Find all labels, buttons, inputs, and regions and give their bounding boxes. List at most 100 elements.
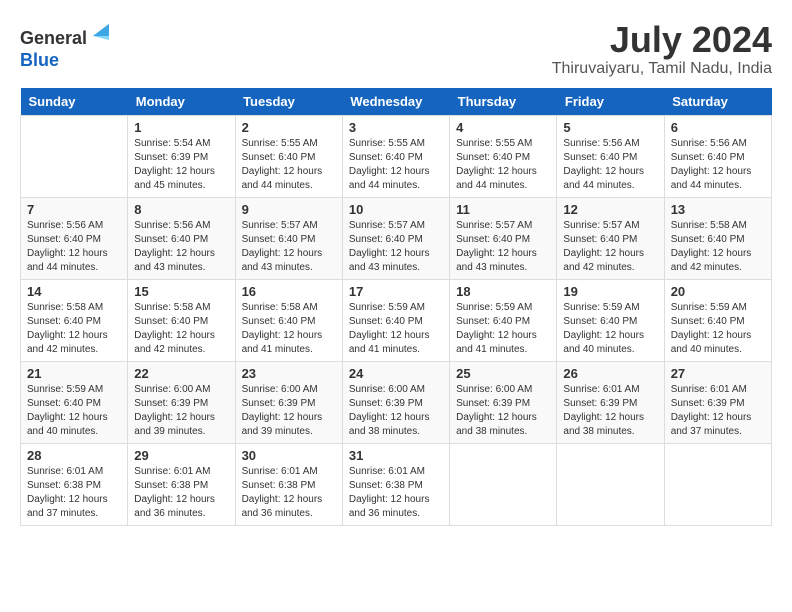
header: General Blue July 2024 Thiruvaiyaru, Tam…: [20, 20, 772, 78]
col-header-wednesday: Wednesday: [342, 88, 449, 116]
calendar-subtitle: Thiruvaiyaru, Tamil Nadu, India: [552, 60, 772, 78]
day-info: Sunrise: 5:59 AM Sunset: 6:40 PM Dayligh…: [27, 383, 121, 439]
day-number: 11: [456, 202, 550, 217]
calendar-cell: 14 Sunrise: 5:58 AM Sunset: 6:40 PM Dayli…: [21, 279, 128, 361]
calendar-cell: [450, 443, 557, 525]
day-number: 29: [134, 448, 228, 463]
calendar-cell: 4Sunrise: 5:55 AM Sunset: 6:40 PM Daylig…: [450, 115, 557, 197]
day-number: 22: [134, 366, 228, 381]
calendar-cell: 29 Sunrise: 6:01 AM Sunset: 6:38 PM Dayli…: [128, 443, 235, 525]
calendar-cell: 20 Sunrise: 5:59 AM Sunset: 6:40 PM Dayli…: [664, 279, 771, 361]
calendar-cell: [21, 115, 128, 197]
day-number: 26: [563, 366, 657, 381]
day-info: Sunrise: 5:57 AM Sunset: 6:40 PM Dayligh…: [563, 219, 657, 275]
calendar-cell: 3 Sunrise: 5:55 AM Sunset: 6:40 PM Daylig…: [342, 115, 449, 197]
day-number: 2: [242, 120, 336, 135]
calendar-cell: 27Sunrise: 6:01 AM Sunset: 6:39 PM Dayli…: [664, 361, 771, 443]
day-info: Sunrise: 5:58 AM Sunset: 6:40 PM Dayligh…: [27, 301, 121, 357]
calendar-cell: 12 Sunrise: 5:57 AM Sunset: 6:40 PM Dayli…: [557, 197, 664, 279]
day-info: Sunrise: 5:57 AM Sunset: 6:40 PM Dayligh…: [456, 219, 550, 275]
day-number: 1: [134, 120, 228, 135]
day-number: 20: [671, 284, 765, 299]
day-number: 5: [563, 120, 657, 135]
day-number: 3: [349, 120, 443, 135]
day-info: Sunrise: 5:55 AM Sunset: 6:40 PM Dayligh…: [349, 137, 443, 193]
calendar-cell: 2 Sunrise: 5:55 AM Sunset: 6:40 PM Daylig…: [235, 115, 342, 197]
calendar-cell: 11 Sunrise: 5:57 AM Sunset: 6:40 PM Dayli…: [450, 197, 557, 279]
col-header-monday: Monday: [128, 88, 235, 116]
day-info: Sunrise: 6:01 AM Sunset: 6:38 PM Dayligh…: [27, 465, 121, 521]
calendar-cell: 6 Sunrise: 5:56 AM Sunset: 6:40 PM Daylig…: [664, 115, 771, 197]
day-info: Sunrise: 6:01 AM Sunset: 6:38 PM Dayligh…: [134, 465, 228, 521]
day-number: 21: [27, 366, 121, 381]
col-header-friday: Friday: [557, 88, 664, 116]
day-number: 12: [563, 202, 657, 217]
calendar-cell: 26 Sunrise: 6:01 AM Sunset: 6:39 PM Dayli…: [557, 361, 664, 443]
day-number: 31: [349, 448, 443, 463]
day-info: Sunrise: 5:57 AM Sunset: 6:40 PM Dayligh…: [242, 219, 336, 275]
day-info: Sunrise: 5:56 AM Sunset: 6:40 PM Dayligh…: [671, 137, 765, 193]
calendar-cell: 7 Sunrise: 5:56 AM Sunset: 6:40 PM Daylig…: [21, 197, 128, 279]
day-info: Sunrise: 5:59 AM Sunset: 6:40 PM Dayligh…: [671, 301, 765, 357]
day-number: 24: [349, 366, 443, 381]
day-info: Sunrise: 5:59 AM Sunset: 6:40 PM Dayligh…: [563, 301, 657, 357]
day-info: Sunrise: 6:00 AM Sunset: 6:39 PM Dayligh…: [349, 383, 443, 439]
col-header-tuesday: Tuesday: [235, 88, 342, 116]
logo-general: General: [20, 28, 87, 48]
day-number: 18: [456, 284, 550, 299]
calendar-cell: 28 Sunrise: 6:01 AM Sunset: 6:38 PM Dayli…: [21, 443, 128, 525]
calendar-cell: 18 Sunrise: 5:59 AM Sunset: 6:40 PM Dayli…: [450, 279, 557, 361]
day-number: 17: [349, 284, 443, 299]
day-info: Sunrise: 6:01 AM Sunset: 6:38 PM Dayligh…: [349, 465, 443, 521]
calendar-cell: 1 Sunrise: 5:54 AM Sunset: 6:39 PM Daylig…: [128, 115, 235, 197]
day-number: 30: [242, 448, 336, 463]
calendar-cell: 30Sunrise: 6:01 AM Sunset: 6:38 PM Dayli…: [235, 443, 342, 525]
title-area: July 2024 Thiruvaiyaru, Tamil Nadu, Indi…: [552, 20, 772, 78]
day-info: Sunrise: 5:58 AM Sunset: 6:40 PM Dayligh…: [134, 301, 228, 357]
day-number: 13: [671, 202, 765, 217]
logo-icon: [89, 20, 113, 44]
day-info: Sunrise: 5:56 AM Sunset: 6:40 PM Dayligh…: [27, 219, 121, 275]
day-info: Sunrise: 5:56 AM Sunset: 6:40 PM Dayligh…: [563, 137, 657, 193]
day-info: Sunrise: 5:57 AM Sunset: 6:40 PM Dayligh…: [349, 219, 443, 275]
calendar-cell: 8Sunrise: 5:56 AM Sunset: 6:40 PM Daylig…: [128, 197, 235, 279]
day-info: Sunrise: 6:00 AM Sunset: 6:39 PM Dayligh…: [456, 383, 550, 439]
day-number: 19: [563, 284, 657, 299]
day-info: Sunrise: 5:59 AM Sunset: 6:40 PM Dayligh…: [456, 301, 550, 357]
week-row-1: 1 Sunrise: 5:54 AM Sunset: 6:39 PM Daylig…: [21, 115, 772, 197]
day-number: 25: [456, 366, 550, 381]
header-row: SundayMondayTuesdayWednesdayThursdayFrid…: [21, 88, 772, 116]
day-info: Sunrise: 5:55 AM Sunset: 6:40 PM Dayligh…: [242, 137, 336, 193]
day-number: 6: [671, 120, 765, 135]
calendar-cell: 22 Sunrise: 6:00 AM Sunset: 6:39 PM Dayli…: [128, 361, 235, 443]
day-number: 15: [134, 284, 228, 299]
calendar-cell: 19 Sunrise: 5:59 AM Sunset: 6:40 PM Dayli…: [557, 279, 664, 361]
day-number: 7: [27, 202, 121, 217]
calendar-cell: 5 Sunrise: 5:56 AM Sunset: 6:40 PM Daylig…: [557, 115, 664, 197]
logo-blue: Blue: [20, 50, 59, 70]
week-row-3: 14 Sunrise: 5:58 AM Sunset: 6:40 PM Dayli…: [21, 279, 772, 361]
calendar-cell: [557, 443, 664, 525]
calendar-table: SundayMondayTuesdayWednesdayThursdayFrid…: [20, 88, 772, 526]
day-number: 28: [27, 448, 121, 463]
week-row-4: 21 Sunrise: 5:59 AM Sunset: 6:40 PM Dayli…: [21, 361, 772, 443]
calendar-cell: 15 Sunrise: 5:58 AM Sunset: 6:40 PM Dayli…: [128, 279, 235, 361]
calendar-title: July 2024: [552, 20, 772, 60]
calendar-cell: [664, 443, 771, 525]
day-number: 4: [456, 120, 550, 135]
day-number: 14: [27, 284, 121, 299]
day-info: Sunrise: 6:01 AM Sunset: 6:39 PM Dayligh…: [563, 383, 657, 439]
calendar-cell: 31 Sunrise: 6:01 AM Sunset: 6:38 PM Dayli…: [342, 443, 449, 525]
day-info: Sunrise: 5:58 AM Sunset: 6:40 PM Dayligh…: [671, 219, 765, 275]
col-header-sunday: Sunday: [21, 88, 128, 116]
calendar-cell: 10Sunrise: 5:57 AM Sunset: 6:40 PM Dayli…: [342, 197, 449, 279]
calendar-cell: 25 Sunrise: 6:00 AM Sunset: 6:39 PM Dayli…: [450, 361, 557, 443]
day-info: Sunrise: 6:00 AM Sunset: 6:39 PM Dayligh…: [242, 383, 336, 439]
day-number: 8: [134, 202, 228, 217]
day-info: Sunrise: 5:54 AM Sunset: 6:39 PM Dayligh…: [134, 137, 228, 193]
day-number: 27: [671, 366, 765, 381]
day-info: Sunrise: 5:59 AM Sunset: 6:40 PM Dayligh…: [349, 301, 443, 357]
day-info: Sunrise: 5:58 AM Sunset: 6:40 PM Dayligh…: [242, 301, 336, 357]
col-header-thursday: Thursday: [450, 88, 557, 116]
day-info: Sunrise: 6:00 AM Sunset: 6:39 PM Dayligh…: [134, 383, 228, 439]
